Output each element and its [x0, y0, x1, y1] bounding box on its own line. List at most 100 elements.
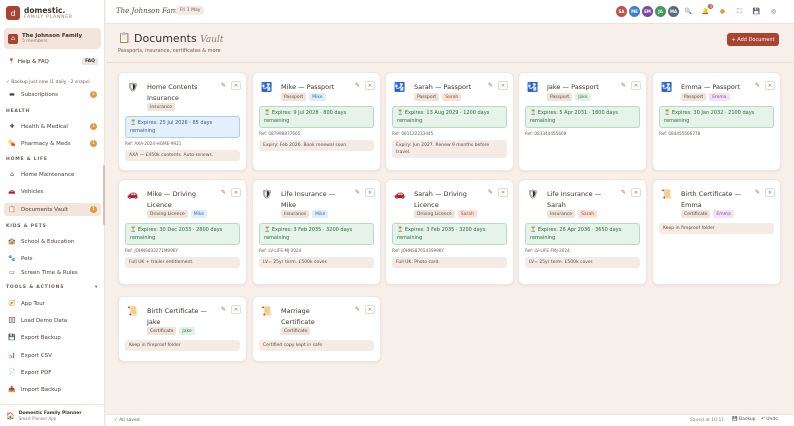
- document-title: Sarah — Driving Licence: [414, 190, 467, 209]
- bell-icon[interactable]: 🔔 4: [700, 4, 713, 17]
- close-icon[interactable]: ✕: [365, 81, 375, 90]
- avatar[interactable]: ME: [629, 6, 640, 17]
- sidebar-item-screen-time[interactable]: ▭ Screen Time & Rules: [4, 268, 101, 276]
- tag-row: Passport Sarah: [414, 93, 462, 101]
- expand-icon[interactable]: ⛶: [734, 6, 745, 17]
- sidebar-item-export-csv[interactable]: 📊 Export CSV: [4, 349, 101, 362]
- type-tag: Certificate: [281, 327, 311, 335]
- edit-pencil-icon[interactable]: ✎: [355, 189, 360, 196]
- backup-status: ✓ Backup just now (1 daily · 2 snaps): [6, 80, 90, 85]
- sidebar-item-label: Pets: [21, 255, 33, 262]
- person-tag: Sarah: [457, 210, 477, 218]
- sidebar-item-subscriptions[interactable]: ▬ Subscriptions 2: [4, 88, 101, 101]
- family-switcher[interactable]: ⌂ The Johnson Family 5 members: [4, 28, 101, 49]
- edit-pencil-icon[interactable]: ✎: [221, 189, 226, 196]
- close-icon[interactable]: ✕: [631, 188, 641, 197]
- document-card[interactable]: 📜 Birth Certificate — Jake ✎ ✕ Certificate Ja…: [118, 296, 247, 362]
- sidebar-item-school[interactable]: 🏫 School & Education: [4, 235, 101, 248]
- section-tools-actions[interactable]: TOOLS & ACTIONS ▾: [6, 285, 98, 290]
- edit-pencil-icon[interactable]: ✎: [221, 306, 226, 313]
- document-note: Certified copy kept in safe: [259, 340, 374, 351]
- date-chip[interactable]: Fri 1 May: [176, 6, 205, 15]
- sidebar-item-label: Documents Vault: [21, 206, 68, 213]
- tag-row: Insurance: [147, 103, 176, 111]
- document-type-icon: 🚗: [127, 190, 139, 200]
- screen-icon: ▭: [9, 269, 15, 276]
- document-title: Birth Certificate — Jake: [147, 307, 208, 326]
- sidebar-item-import-backup[interactable]: 📥 Import Backup: [4, 383, 101, 396]
- reference-number: Ref: JOHNS833271M99KY: [125, 248, 178, 253]
- document-title: Marriage Certificate: [281, 307, 315, 326]
- sidebar-item-documents-vault[interactable]: 📋 Documents Vault 1: [4, 203, 101, 216]
- undo-button[interactable]: ↶ Undo: [761, 417, 778, 422]
- document-card[interactable]: 🚗 Mike — Driving Licence ✎ ✕ Driving Licence…: [118, 179, 247, 285]
- expiry-notice: ⏳ Expires: 3 Feb 2035 · 3200 days remain…: [392, 223, 507, 245]
- tag-row: Insurance Mike: [281, 210, 329, 218]
- edit-pencil-icon[interactable]: ✎: [355, 82, 360, 89]
- close-icon[interactable]: ✕: [231, 81, 241, 90]
- sidebar-item-export-pdf[interactable]: 📄 Export PDF: [4, 366, 101, 379]
- edit-pencil-icon[interactable]: ✎: [755, 189, 760, 196]
- sidebar-item-home-maintenance[interactable]: ⌂ Home Maintenance: [4, 168, 101, 181]
- type-tag: Insurance: [281, 210, 310, 218]
- document-type-icon: 🛡: [127, 83, 139, 93]
- sidebar-item-health-medical[interactable]: ✚ Health & Medical 1: [4, 120, 101, 133]
- brand[interactable]: d domestic. FAMILY PLANNER: [6, 6, 73, 20]
- search-icon[interactable]: 🔍: [683, 6, 694, 17]
- document-card[interactable]: 🛂 Emma — Passport ✎ ✕ Passport Emma ⏳ Expires:…: [652, 72, 781, 171]
- backup-button[interactable]: 💾 Backup: [732, 417, 756, 422]
- sidebar-item-app-tour[interactable]: 🧭 App Tour: [4, 297, 101, 310]
- sidebar-item-load-demo[interactable]: 🗄 Load Demo Data: [4, 314, 101, 327]
- avatar[interactable]: SA: [616, 6, 627, 17]
- document-card[interactable]: 🚗 Sarah — Driving Licence ✎ ✕ Driving Licenc…: [385, 179, 514, 285]
- close-icon[interactable]: ✕: [498, 81, 508, 90]
- document-note: Keep in fireproof folder: [659, 223, 774, 234]
- add-document-button[interactable]: + Add Document: [727, 33, 779, 46]
- edit-pencil-icon[interactable]: ✎: [355, 306, 360, 313]
- document-card[interactable]: 📜 Birth Certificate — Emma ✎ ✕ Certificate Em…: [652, 179, 781, 285]
- document-title: Home Contents Insurance: [147, 83, 198, 102]
- edit-pencil-icon[interactable]: ✎: [621, 82, 626, 89]
- document-card[interactable]: 🛡 Home Contents Insurance ✎ ✕ Insurance ⏳ Exp…: [118, 72, 247, 171]
- help-faq-link[interactable]: 📍 Help & FAQ FAQ: [8, 58, 98, 65]
- document-card[interactable]: 🛂 Jake — Passport ✎ ✕ Passport Jake ⏳ Expires:…: [518, 72, 647, 171]
- edit-pencil-icon[interactable]: ✎: [488, 82, 493, 89]
- sidebar-item-label: Export CSV: [21, 352, 52, 359]
- document-title: Jake — Passport: [547, 83, 599, 91]
- edit-pencil-icon[interactable]: ✎: [755, 82, 760, 89]
- section-tools-label: TOOLS & ACTIONS: [6, 285, 65, 290]
- close-icon[interactable]: ✕: [231, 188, 241, 197]
- document-card[interactable]: 🛡 Life Insurance — Sarah ✎ ✕ Insurance Sarah ⏳…: [518, 179, 647, 285]
- close-icon[interactable]: ✕: [231, 305, 241, 314]
- document-card[interactable]: 📜 Marriage Certificate ✎ ✕ Certificate Certif…: [252, 296, 381, 362]
- document-card[interactable]: 🛂 Sarah — Passport ✎ ✕ Passport Sarah ⏳ Expire…: [385, 72, 514, 171]
- document-card[interactable]: 🛡 Life Insurance — Mike ✎ ✕ Insurance Mike ⏳ E…: [252, 179, 381, 285]
- sidebar-item-export-backup[interactable]: 💾 Export Backup: [4, 331, 101, 344]
- close-icon[interactable]: ✕: [498, 188, 508, 197]
- avatar[interactable]: EM: [642, 6, 653, 17]
- close-icon[interactable]: ✕: [365, 188, 375, 197]
- edit-pencil-icon[interactable]: ✎: [488, 189, 493, 196]
- type-tag: Certificate: [147, 327, 177, 335]
- sun-icon[interactable]: ●: [717, 6, 728, 17]
- document-title: Emma — Passport: [681, 83, 741, 91]
- paw-icon: 🐾: [8, 255, 16, 262]
- edit-pencil-icon[interactable]: ✎: [221, 82, 226, 89]
- close-icon[interactable]: ✕: [631, 81, 641, 90]
- sidebar-item-pets[interactable]: 🐾 Pets: [4, 252, 101, 265]
- edit-pencil-icon[interactable]: ✎: [621, 189, 626, 196]
- sidebar-item-vehicles[interactable]: 🚗 Vehicles: [4, 185, 101, 198]
- close-icon[interactable]: ✕: [765, 188, 775, 197]
- save-icon[interactable]: 💾: [751, 6, 762, 17]
- close-icon[interactable]: ✕: [365, 305, 375, 314]
- document-card[interactable]: 🛂 Mike — Passport ✎ ✕ Passport Mike ⏳ Expires:…: [252, 72, 381, 171]
- document-note: Expiry: Jun 2027. Renew 9 months before …: [392, 140, 507, 158]
- settings-icon[interactable]: ◎: [768, 6, 779, 17]
- document-title: Sarah — Passport: [414, 83, 472, 91]
- close-icon[interactable]: ✕: [765, 81, 775, 90]
- avatar[interactable]: MA: [668, 6, 679, 17]
- sidebar-item-pharmacy[interactable]: 💊 Pharmacy & Meds 1: [4, 137, 101, 150]
- document-note: Keep in fireproof folder: [125, 340, 240, 351]
- sidebar-scrollbar[interactable]: [103, 165, 105, 225]
- avatar[interactable]: JA: [655, 6, 666, 17]
